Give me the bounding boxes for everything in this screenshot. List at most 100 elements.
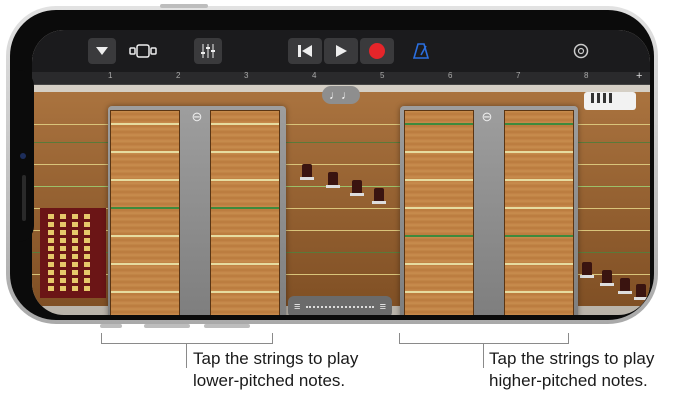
settings-button[interactable] (568, 38, 594, 64)
string-bridge (634, 284, 648, 300)
string-bridge (300, 164, 314, 180)
poem-decoration (40, 208, 106, 298)
ruler-number: 7 (516, 71, 521, 80)
control-bar (32, 30, 650, 72)
right-callout-line1: Tap the strings to play (489, 349, 655, 368)
strum-mode-switch[interactable] (584, 92, 636, 110)
string (405, 123, 473, 125)
transport-controls (288, 38, 394, 64)
chevron-down-icon (96, 47, 108, 55)
phone-button (100, 324, 122, 328)
play-icon (336, 45, 347, 57)
poem-column (48, 214, 54, 292)
string (505, 235, 573, 237)
poem-column (60, 214, 66, 292)
poem-column (84, 214, 90, 292)
string-bridge (350, 180, 364, 196)
ruler-number: 2 (176, 71, 181, 80)
phone-button (144, 324, 190, 328)
ruler-number: 5 (380, 71, 385, 80)
string (111, 151, 179, 153)
slider-right-icon: ≡ (379, 301, 386, 313)
timeline-ruler[interactable]: 1 2 3 4 5 6 7 8 + (32, 70, 650, 85)
string (505, 179, 573, 181)
string (405, 291, 473, 293)
add-section-icon[interactable]: + (636, 70, 642, 82)
string (211, 151, 279, 153)
slider-track (306, 306, 374, 308)
string (111, 235, 179, 237)
zoom-out-icon[interactable]: ⊖ (190, 110, 204, 124)
left-callout-line1: Tap the strings to play (193, 349, 359, 368)
string-bridge (372, 188, 386, 204)
record-button[interactable] (360, 38, 394, 64)
phone-bezel: 1 2 3 4 5 6 7 8 + ⊖ ⊖ ♩♩ ≡ ≡ (10, 10, 654, 320)
string (405, 207, 473, 209)
string (505, 207, 573, 209)
higher-string-zone-1[interactable] (404, 110, 474, 315)
string (211, 263, 279, 265)
string (211, 179, 279, 181)
string (211, 207, 279, 209)
right-callout-line2: higher-pitched notes. (489, 371, 648, 390)
lower-string-zone-2[interactable] (210, 110, 280, 315)
string (505, 123, 573, 125)
higher-string-zone-2[interactable] (504, 110, 574, 315)
strum-icon (591, 93, 612, 103)
right-callout-bracket (399, 333, 569, 344)
poem-column (72, 214, 78, 292)
speaker-grille (22, 175, 26, 221)
notes-mode-button[interactable]: ♩♩ (322, 86, 360, 104)
higher-pitch-panel: ⊖ (400, 106, 578, 315)
slider-left-icon: ≡ (294, 301, 301, 313)
phone-button (204, 324, 250, 328)
string (405, 263, 473, 265)
garageband-screen: 1 2 3 4 5 6 7 8 + ⊖ ⊖ ♩♩ ≡ ≡ (32, 30, 650, 315)
string (211, 123, 279, 125)
right-callout-pointer (483, 344, 484, 368)
ruler-number: 6 (448, 71, 453, 80)
view-toggle-icon (129, 44, 157, 58)
string (505, 291, 573, 293)
left-callout-bracket (101, 333, 273, 344)
string (111, 207, 179, 209)
left-callout-line2: lower-pitched notes. (193, 371, 346, 390)
lower-string-zone-1[interactable] (110, 110, 180, 315)
ruler-number: 1 (108, 71, 113, 80)
left-callout-pointer (186, 344, 187, 368)
string (111, 179, 179, 181)
string (111, 263, 179, 265)
string (111, 123, 179, 125)
string (111, 291, 179, 293)
string (405, 151, 473, 153)
ruler-number: 8 (584, 71, 589, 80)
tracks-dropdown-button[interactable] (88, 38, 116, 64)
rewind-icon (298, 45, 312, 57)
left-callout-text: Tap the strings to play lower-pitched no… (193, 348, 358, 392)
lower-pitch-panel: ⊖ (108, 106, 286, 315)
zoom-out-icon[interactable]: ⊖ (480, 110, 494, 124)
rewind-button[interactable] (288, 38, 322, 64)
guzheng-instrument: ⊖ ⊖ ♩♩ ≡ ≡ (32, 84, 650, 315)
position-slider[interactable]: ≡ ≡ (288, 296, 392, 315)
play-button[interactable] (324, 38, 358, 64)
string-bridge (600, 270, 614, 286)
ruler-number: 3 (244, 71, 249, 80)
string-bridge (618, 278, 632, 294)
settings-icon (573, 43, 589, 59)
string (211, 235, 279, 237)
string (505, 263, 573, 265)
phone-frame: 1 2 3 4 5 6 7 8 + ⊖ ⊖ ♩♩ ≡ ≡ (6, 6, 658, 324)
right-callout-text: Tap the strings to play higher-pitched n… (489, 348, 654, 392)
string-bridge (580, 262, 594, 278)
string (211, 291, 279, 293)
view-toggle-button[interactable] (128, 38, 158, 64)
ruler-number: 4 (312, 71, 317, 80)
metronome-button[interactable] (408, 38, 434, 64)
string (505, 151, 573, 153)
camera-icon (20, 153, 26, 159)
phone-button (160, 4, 208, 8)
phone-notch (10, 70, 34, 242)
mixer-button[interactable] (194, 38, 222, 64)
mixer-icon (201, 44, 215, 58)
